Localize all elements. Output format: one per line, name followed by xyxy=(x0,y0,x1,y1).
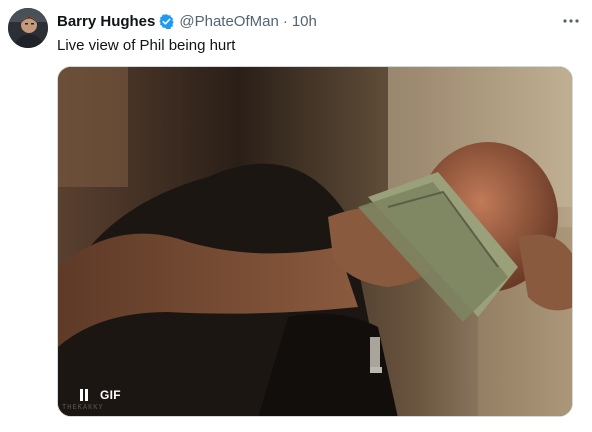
more-dots-icon xyxy=(563,19,579,23)
gif-media[interactable]: GIF THEKAKKY xyxy=(57,66,573,417)
tweet-header: Barry Hughes @PhateOfMan · 10h xyxy=(57,11,552,31)
more-options-button[interactable] xyxy=(558,10,584,32)
watermark-logo: THEKAKKY xyxy=(62,403,104,411)
pause-button[interactable] xyxy=(74,385,94,405)
timestamp[interactable]: 10h xyxy=(292,13,317,30)
gif-frame-image xyxy=(58,67,572,416)
separator-dot: · xyxy=(282,12,288,30)
avatar-image xyxy=(8,8,48,48)
author-name[interactable]: Barry Hughes xyxy=(57,13,155,30)
verified-badge-icon xyxy=(158,13,175,30)
author-handle[interactable]: @PhateOfMan xyxy=(179,13,278,30)
pause-icon xyxy=(80,389,88,401)
tweet-card[interactable]: Barry Hughes @PhateOfMan · 10h Live view… xyxy=(0,0,592,432)
gif-badge: GIF xyxy=(100,388,121,402)
avatar[interactable] xyxy=(8,8,48,48)
tweet-text: Live view of Phil being hurt xyxy=(57,37,236,54)
